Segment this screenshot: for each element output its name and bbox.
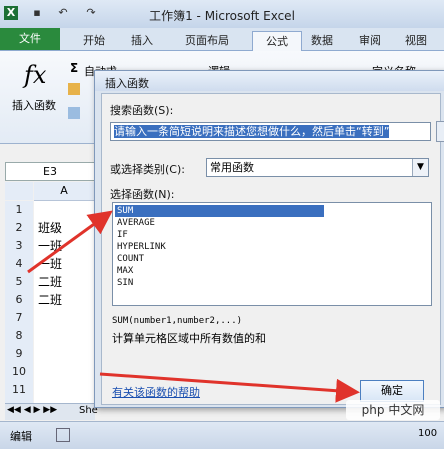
help-link[interactable]: 有关该函数的帮助	[112, 384, 200, 400]
tab-page-layout[interactable]: 页面布局	[172, 31, 242, 50]
financial-icon[interactable]	[68, 107, 80, 119]
tab-review[interactable]: 审阅	[350, 31, 390, 50]
search-label: 搜索函数(S):	[110, 104, 174, 117]
sheet-nav-arrows-icon[interactable]: ◀◀ ◀ ▶ ▶▶	[7, 405, 57, 415]
watermark: php 中文网	[346, 400, 440, 420]
ok-button[interactable]: 确定	[360, 380, 424, 402]
category-value: 常用函数	[210, 161, 254, 174]
function-item[interactable]: MAX	[115, 265, 135, 277]
cell[interactable]: 二班	[34, 273, 94, 291]
category-select[interactable]: 常用函数 ▼	[206, 158, 429, 177]
category-label: 或选择类别(C):	[110, 163, 185, 176]
tab-insert[interactable]: 插入	[122, 31, 162, 50]
cell[interactable]: 一班	[34, 237, 94, 255]
insert-function-dialog: 插入函数 搜索函数(S): 请输入一条简短说明来描述您想做什么，然后单击“转到”…	[94, 70, 444, 408]
status-mode: 编辑	[10, 430, 32, 443]
macro-record-icon[interactable]	[56, 428, 70, 442]
search-placeholder: 请输入一条简短说明来描述您想做什么，然后单击“转到”	[114, 125, 390, 138]
function-item[interactable]: AVERAGE	[115, 217, 157, 229]
row-header[interactable]: 4	[5, 255, 33, 274]
sigma-icon[interactable]: Σ	[70, 61, 78, 75]
function-item[interactable]: IF	[115, 229, 130, 241]
dialog-title-bar: 插入函数	[95, 71, 444, 91]
row-header[interactable]: 7	[5, 309, 33, 328]
recent-icon[interactable]	[68, 83, 80, 95]
ribbon-tabs: 文件 开始 插入 页面布局 公式 数据 审阅 视图	[0, 28, 444, 51]
cell[interactable]: 班级	[34, 219, 94, 237]
function-description: 计算单元格区域中所有数值的和	[112, 332, 266, 345]
chevron-down-icon[interactable]: ▼	[412, 159, 428, 176]
function-item[interactable]: SUM	[115, 205, 324, 217]
row-header[interactable]: 8	[5, 327, 33, 346]
window-title: 工作簿1 - Microsoft Excel	[149, 9, 295, 23]
row-header[interactable]: 3	[5, 237, 33, 256]
name-box[interactable]: E3	[5, 162, 95, 181]
row-header[interactable]: 9	[5, 345, 33, 364]
tab-home[interactable]: 开始	[74, 31, 114, 50]
function-signature: SUM(number1,number2,...)	[112, 316, 243, 326]
row-header[interactable]: 1	[5, 201, 33, 220]
tab-data[interactable]: 数据	[302, 31, 342, 50]
cell[interactable]	[34, 201, 94, 219]
cell[interactable]: 二班	[34, 291, 94, 309]
dialog-body: 搜索函数(S): 请输入一条简短说明来描述您想做什么，然后单击“转到” 或选择类…	[101, 93, 444, 405]
function-list[interactable]: SUM AVERAGE IF HYPERLINK COUNT MAX SIN	[112, 202, 432, 306]
function-item[interactable]: COUNT	[115, 253, 146, 265]
sheet-nav: ◀◀ ◀ ▶ ▶▶ She	[5, 403, 98, 420]
select-function-label: 选择函数(N):	[110, 188, 175, 201]
cell-area[interactable]	[34, 309, 94, 405]
row-header[interactable]: 10	[5, 363, 33, 382]
cell[interactable]: 一班	[34, 255, 94, 273]
title-bar: X ▪ ↶ ↷ 工作簿1 - Microsoft Excel	[0, 0, 444, 29]
zoom-level[interactable]: 100	[418, 428, 437, 439]
tab-formulas[interactable]: 公式	[252, 31, 302, 51]
select-all-corner[interactable]	[5, 182, 33, 200]
row-header[interactable]: 6	[5, 291, 33, 310]
function-item[interactable]: HYPERLINK	[115, 241, 168, 253]
insert-function-button[interactable]: 插入函数	[12, 97, 56, 113]
tab-file[interactable]: 文件	[0, 28, 60, 50]
status-bar: 编辑 100	[0, 421, 444, 449]
search-input[interactable]: 请输入一条简短说明来描述您想做什么，然后单击“转到”	[110, 122, 431, 141]
row-header[interactable]: 11	[5, 381, 33, 400]
column-header-a[interactable]: A	[34, 182, 94, 201]
row-header[interactable]: 5	[5, 273, 33, 292]
fx-icon[interactable]: fx	[24, 61, 46, 89]
go-button[interactable]	[436, 121, 444, 142]
function-item[interactable]: SIN	[115, 277, 135, 289]
row-header[interactable]: 2	[5, 219, 33, 238]
dialog-title: 插入函数	[105, 77, 149, 90]
tab-view[interactable]: 视图	[396, 31, 436, 50]
